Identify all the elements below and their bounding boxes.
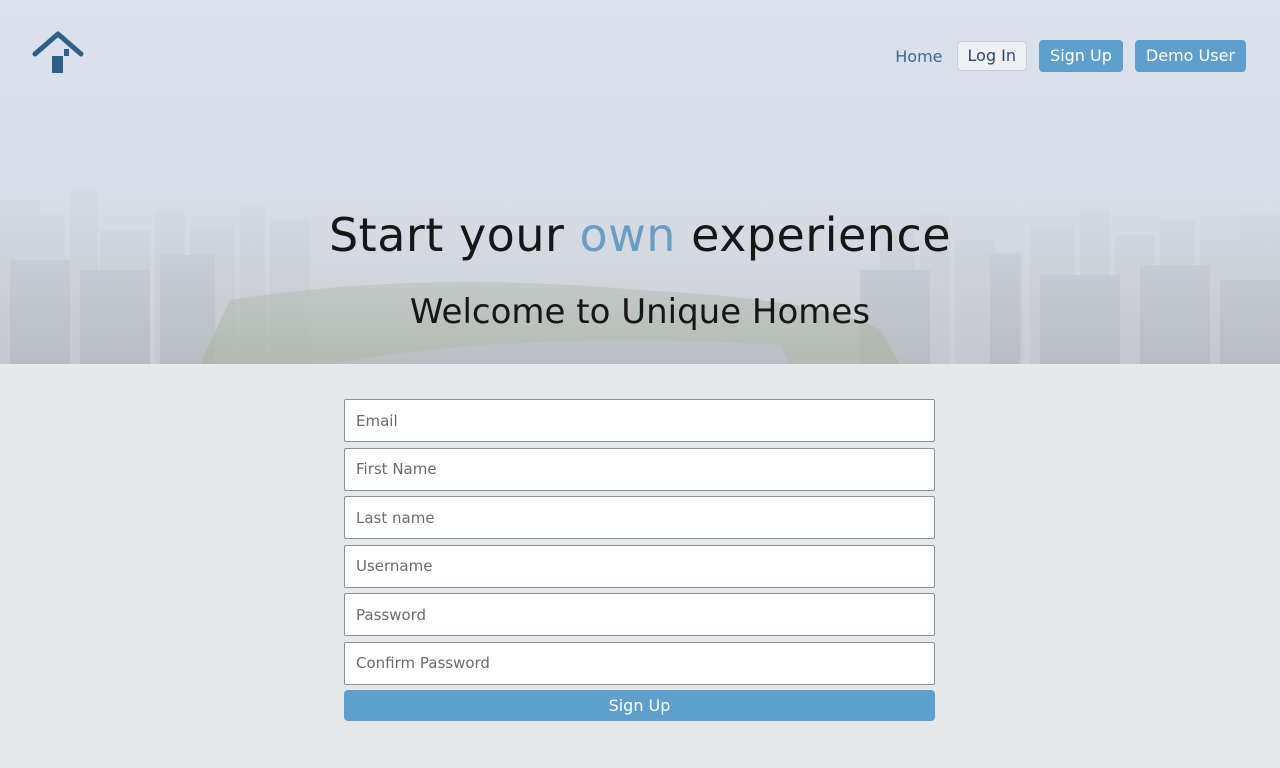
- top-nav: Home Log In Sign Up Demo User: [895, 40, 1246, 72]
- hero-banner: Home Log In Sign Up Demo User Start your…: [0, 0, 1280, 364]
- login-button[interactable]: Log In: [956, 41, 1028, 71]
- last-name-field[interactable]: [344, 496, 935, 539]
- email-field[interactable]: [344, 399, 935, 442]
- hero-title-accent: own: [579, 208, 676, 262]
- hero-title-start: Start your: [328, 208, 580, 262]
- signup-submit-button[interactable]: Sign Up: [344, 690, 935, 721]
- house-icon[interactable]: [32, 30, 84, 76]
- signup-form: Sign Up: [344, 399, 935, 721]
- first-name-field[interactable]: [344, 447, 935, 491]
- signup-nav-button[interactable]: Sign Up: [1039, 40, 1123, 72]
- username-field[interactable]: [344, 544, 935, 588]
- password-field[interactable]: [344, 593, 935, 636]
- hero-title: Start your own experience: [0, 208, 1280, 262]
- hero-subtitle: Welcome to Unique Homes: [409, 292, 871, 332]
- demo-user-button[interactable]: Demo User: [1134, 40, 1246, 72]
- confirm-password-field[interactable]: [344, 641, 935, 685]
- hero-title-end: experience: [675, 208, 952, 262]
- nav-home-link[interactable]: Home: [895, 47, 942, 66]
